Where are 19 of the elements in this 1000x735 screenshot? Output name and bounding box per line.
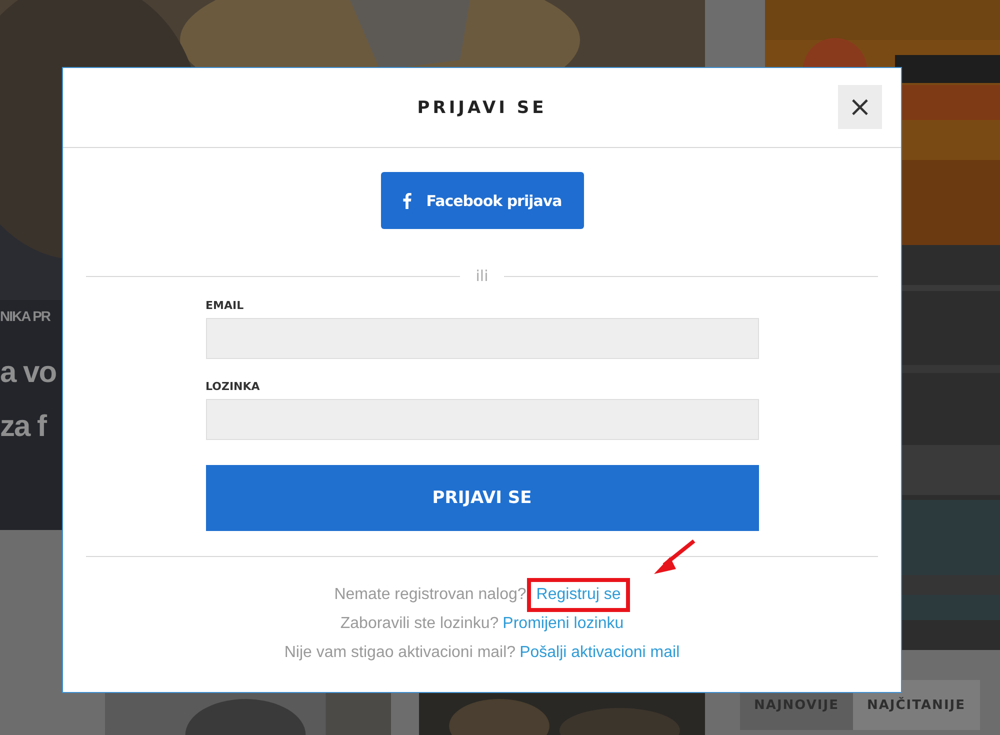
prompt-text: Nemate registrovan nalog? [334, 586, 526, 604]
login-button[interactable]: PRIJAVI SE [206, 465, 758, 531]
input-field[interactable] [206, 318, 758, 359]
link[interactable]: Registruj se [527, 578, 630, 612]
category-label: NIKA PR [0, 308, 50, 324]
dialog-title: PRIJAVI SE [417, 98, 547, 118]
divider-label: ili [476, 267, 488, 285]
input-field[interactable] [206, 399, 758, 440]
annotation-arrow [652, 539, 696, 577]
facebook-icon [402, 192, 412, 209]
field-label: EMAIL [206, 299, 244, 312]
prompt-text: Nije vam stigao aktivacioni mail? [284, 644, 516, 662]
facebook-login-button[interactable]: Facebook prijava [380, 172, 584, 229]
link[interactable]: Promijeni lozinku [502, 614, 624, 632]
link[interactable]: Pošalji aktivacioni mail [520, 644, 680, 662]
headline-text: a vo [0, 355, 56, 391]
prompt-text: Zaboravili ste lozinku? [340, 614, 499, 632]
field-label: LOZINKA [206, 380, 260, 393]
headline-text: za f [0, 409, 46, 445]
